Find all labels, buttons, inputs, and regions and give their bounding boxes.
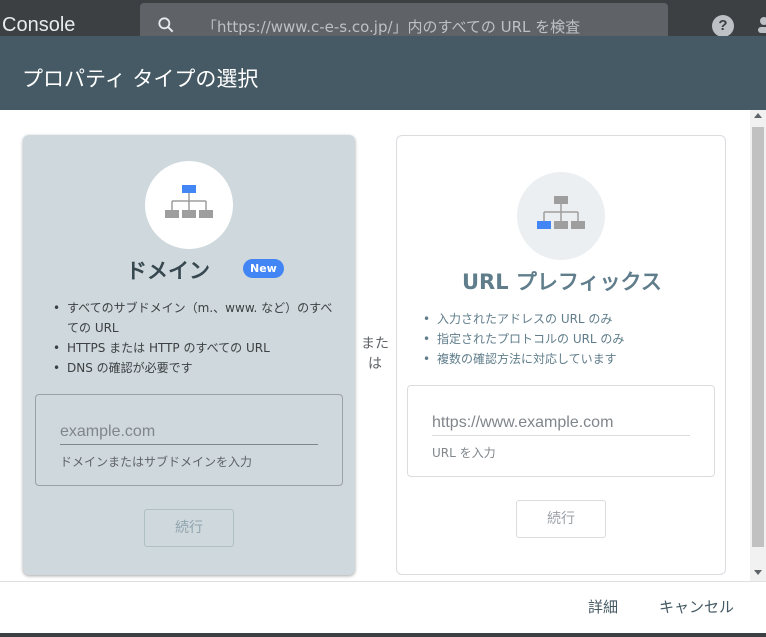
list-item: すべてのサブドメイン（m.、www. など）のすべての URL [49, 298, 339, 338]
domain-helper-text: ドメインまたはサブドメインを入力 [60, 455, 253, 469]
list-item: 入力されたアドレスの URL のみ [419, 309, 709, 329]
person-icon[interactable] [756, 14, 766, 36]
cancel-button[interactable]: キャンセル [659, 596, 734, 617]
details-button[interactable]: 詳細 [588, 596, 618, 617]
url-continue-button[interactable]: 続行 [516, 500, 606, 538]
url-prefix-card[interactable]: URL プレフィックス 入力されたアドレスの URL のみ 指定されたプロトコル… [396, 135, 726, 575]
search-icon [158, 17, 174, 33]
search-text: 「https://www.c-e-s.co.jp/」内のすべての URL を検査 [202, 18, 581, 36]
list-item: 指定されたプロトコルの URL のみ [419, 329, 709, 349]
list-item: 複数の確認方法に対応しています [419, 349, 709, 369]
url-bullets: 入力されたアドレスの URL のみ 指定されたプロトコルの URL のみ 複数の… [419, 309, 709, 369]
scrollbar[interactable] [750, 110, 766, 581]
domain-continue-button[interactable]: 続行 [144, 509, 234, 547]
dialog-footer: 詳細 キャンセル [0, 581, 766, 637]
url-input-box: URL を入力 [407, 385, 715, 477]
scroll-down-arrow[interactable] [754, 570, 762, 575]
domain-input[interactable] [60, 419, 318, 445]
sitemap-icon [537, 196, 585, 229]
bottom-strip [0, 633, 766, 637]
url-helper-text: URL を入力 [432, 446, 496, 460]
list-item: HTTPS または HTTP のすべての URL [49, 338, 339, 358]
sitemap-icon [165, 185, 213, 218]
domain-input-box: ドメインまたはサブドメインを入力 [35, 394, 343, 486]
dialog-title: プロパティ タイプの選択 [0, 36, 766, 110]
app-title: Console [2, 14, 76, 36]
list-item: DNS の確認が必要です [49, 358, 339, 378]
domain-title: ドメイン [126, 259, 210, 283]
domain-bullets: すべてのサブドメイン（m.、www. など）のすべての URL HTTPS また… [49, 298, 339, 378]
url-icon-circle [517, 172, 605, 260]
scroll-up-arrow[interactable] [754, 113, 762, 118]
domain-card[interactable]: ドメイン New すべてのサブドメイン（m.、www. など）のすべての URL… [23, 135, 355, 575]
new-badge: New [243, 259, 284, 278]
or-divider: または [361, 336, 389, 372]
property-type-dialog: プロパティ タイプの選択 ドメイン New すべてのサ [0, 36, 766, 637]
url-input[interactable] [432, 410, 690, 436]
dialog-body: ドメイン New すべてのサブドメイン（m.、www. など）のすべての URL… [0, 110, 750, 581]
scroll-thumb[interactable] [752, 127, 764, 547]
domain-icon-circle [145, 161, 233, 249]
url-prefix-title: URL プレフィックス [462, 270, 662, 294]
help-icon[interactable]: ? [712, 15, 734, 37]
